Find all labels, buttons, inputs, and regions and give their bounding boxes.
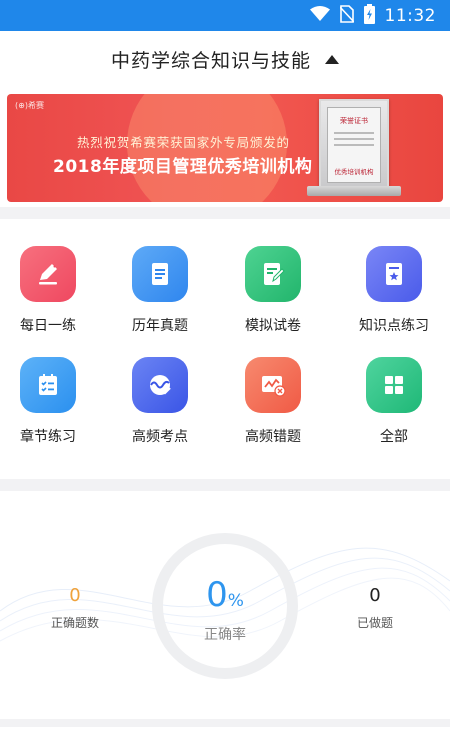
banner-subtitle: 热烈祝贺希赛荣获国家外专局颁发的: [77, 135, 290, 150]
done-count-value: 0: [369, 585, 381, 606]
correct-count-value: 0: [69, 585, 81, 606]
feature-label: 每日一练: [20, 318, 76, 334]
feature-label: 全部: [380, 429, 408, 445]
accuracy-value: 0%: [206, 575, 244, 615]
star-card-icon: [366, 246, 422, 302]
certificate-stand: [307, 186, 401, 196]
done-count-stat: 0 已做题: [325, 585, 425, 631]
feature-all[interactable]: 全部: [338, 357, 450, 446]
trend-error-icon: [245, 357, 301, 413]
feature-chapter-practice[interactable]: 章节练习: [0, 357, 104, 446]
checklist-icon: [20, 357, 76, 413]
promo-banner[interactable]: (⊕)希赛 热烈祝贺希赛荣获国家外专局颁发的 2018年度项目管理优秀培训机构 …: [7, 94, 443, 202]
correct-count-label: 正确题数: [50, 616, 99, 630]
correct-count-stat: 0 正确题数: [25, 585, 125, 631]
bottom-section: [0, 727, 450, 739]
feature-label: 历年真题: [132, 318, 188, 334]
banner-headline: 2018年度项目管理优秀培训机构: [53, 157, 313, 177]
no-sim-icon: [338, 5, 355, 27]
feature-label: 高频错题: [245, 429, 301, 445]
feature-mock-exam[interactable]: 模拟试卷: [217, 246, 329, 335]
grid-icon: [366, 357, 422, 413]
feature-knowledge-points[interactable]: 知识点练习: [338, 246, 450, 335]
clock: 11:32: [384, 6, 436, 26]
banner-brand: (⊕)希赛: [15, 101, 44, 110]
pencil-icon: [20, 246, 76, 302]
document-icon: [132, 246, 188, 302]
feature-frequent-errors[interactable]: 高频错题: [217, 357, 329, 446]
feature-label: 模拟试卷: [245, 318, 301, 334]
page-title[interactable]: 中药学综合知识与技能: [111, 46, 311, 73]
feature-label: 高频考点: [132, 429, 188, 445]
subject-selector[interactable]: 中药学综合知识与技能: [0, 31, 450, 87]
stats-panel: 0% 正确率 0 正确题数 0 已做题: [0, 491, 450, 719]
wifi-icon: [309, 6, 330, 26]
feature-past-exams[interactable]: 历年真题: [104, 246, 216, 335]
feature-hot-topics[interactable]: 高频考点: [104, 357, 216, 446]
banner-section: (⊕)希赛 热烈祝贺希赛荣获国家外专局颁发的 2018年度项目管理优秀培训机构 …: [0, 87, 450, 207]
feature-label: 章节练习: [20, 429, 76, 445]
status-bar: 11:32: [0, 0, 450, 31]
wave-check-icon: [132, 357, 188, 413]
feature-label: 知识点练习: [359, 318, 429, 334]
accuracy-label: 正确率: [204, 627, 246, 643]
feature-daily-practice[interactable]: 每日一练: [0, 246, 104, 335]
battery-charging-icon: [363, 4, 375, 28]
certificate-image: 荣誉证书 优秀培训机构: [319, 99, 389, 191]
feature-grid: 每日一练 历年真题 模拟试卷 知识点练习 章节练习 高频考点 高频错题 全部: [0, 219, 450, 479]
done-count-label: 已做题: [356, 616, 393, 630]
exam-paper-icon: [245, 246, 301, 302]
caret-up-icon[interactable]: [325, 54, 339, 64]
